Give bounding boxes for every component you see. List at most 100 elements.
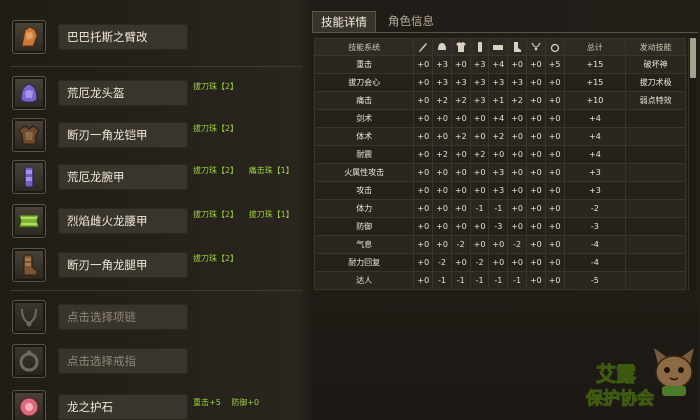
total-cell: -5 bbox=[563, 271, 627, 290]
skill-point-cell: +2 bbox=[507, 91, 527, 110]
waist-armor-icon bbox=[12, 204, 46, 238]
equip-row-chest[interactable]: 断刃一角龙铠甲 拔刀珠【2】 bbox=[0, 114, 306, 160]
skill-point-cell: -1 bbox=[469, 271, 490, 290]
table-scrollbar[interactable] bbox=[688, 38, 696, 290]
skill-point-cell: +0 bbox=[450, 55, 471, 74]
skill-point-cell: +3 bbox=[469, 73, 490, 92]
table-row: 气息 +0 +0 -2 +0 +0 -2 +0 +0 -4 bbox=[313, 235, 686, 254]
armor-set-builder-window: 巴巴托斯之臂改 荒厄龙头盔 拔刀珠【2】 断刃一角龙铠甲 拔刀珠【2】 荒厄龙腕… bbox=[0, 0, 700, 420]
tab-skill-details[interactable]: 技能详情 bbox=[312, 11, 376, 33]
skill-name-cell: 攻击 bbox=[313, 181, 415, 200]
skill-point-cell: +3 bbox=[488, 163, 509, 182]
jewel-label: 拔刀珠【2】 bbox=[193, 82, 239, 91]
skill-point-cell: +3 bbox=[469, 55, 490, 74]
talisman-icon bbox=[12, 390, 46, 420]
watermark-line2: 保护协会 bbox=[586, 389, 655, 410]
skill-point-cell: -2 bbox=[432, 253, 452, 272]
active-skill-cell: 拔刀术极 bbox=[625, 73, 686, 92]
active-skill-cell bbox=[625, 127, 686, 146]
equip-name[interactable]: 荒厄龙腕甲 bbox=[58, 164, 188, 190]
chest-armor-icon bbox=[12, 118, 46, 152]
skill-point-cell: +0 bbox=[525, 145, 546, 164]
skill-point-cell: +0 bbox=[413, 271, 434, 290]
skill-point-cell: +0 bbox=[488, 145, 509, 164]
scrollbar-thumb[interactable] bbox=[690, 38, 696, 78]
skill-name-cell: 耐力回复 bbox=[313, 253, 415, 272]
skill-point-cell: +3 bbox=[488, 73, 509, 92]
equip-name[interactable]: 烈焰雌火龙腰甲 bbox=[58, 208, 188, 234]
skill-point-cell: +3 bbox=[432, 73, 452, 92]
arm-armor-icon bbox=[12, 160, 46, 194]
chest-armor-icon bbox=[450, 38, 471, 56]
table-row: 防御 +0 +0 +0 +0 -3 +0 +0 +0 -3 bbox=[313, 217, 686, 236]
skill-point-cell: +0 bbox=[413, 253, 434, 272]
equip-row-legs[interactable]: 断刃一角龙腿甲 拔刀珠【2】 bbox=[0, 244, 306, 290]
skill-point-cell: +0 bbox=[413, 217, 434, 236]
equip-name[interactable]: 龙之护石 bbox=[58, 394, 188, 420]
equip-row-helmet[interactable]: 荒厄龙头盔 拔刀珠【2】 bbox=[0, 72, 306, 118]
gauntlet-icon bbox=[12, 20, 46, 54]
equip-name[interactable]: 荒厄龙头盔 bbox=[58, 80, 188, 106]
skill-table-container: 技能系统 总计 发动技能 重击 +0 +3 +0 +3 +4 +0 +0 +5 +15 破坏神 拔刀会… bbox=[313, 38, 698, 290]
skill-point-cell: +0 bbox=[413, 163, 434, 182]
skill-point-cell: +0 bbox=[469, 163, 490, 182]
necklace-select-button[interactable]: 点击选择项链 bbox=[58, 304, 188, 330]
skill-point-cell: +0 bbox=[469, 217, 490, 236]
talisman-skills: 重击+5 防御+0 bbox=[193, 396, 267, 410]
skill-point-cell: -1 bbox=[450, 271, 471, 290]
skill-point-cell: +0 bbox=[544, 127, 565, 146]
equip-name[interactable]: 断刃一角龙铠甲 bbox=[58, 122, 188, 148]
total-cell: +3 bbox=[563, 163, 627, 182]
equip-row-arms[interactable]: 荒厄龙腕甲 拔刀珠【2】 痛击珠【1】 bbox=[0, 156, 306, 202]
skill-point-cell: +0 bbox=[413, 145, 434, 164]
skill-point-cell: +2 bbox=[488, 127, 509, 146]
tab-underline bbox=[312, 32, 698, 33]
skill-table: 技能系统 总计 发动技能 重击 +0 +3 +0 +3 +4 +0 +0 +5 +15 破坏神 拔刀会… bbox=[313, 38, 686, 290]
active-skill-cell bbox=[625, 109, 686, 128]
skill-point-cell: +0 bbox=[450, 199, 471, 218]
leg-armor-icon bbox=[12, 248, 46, 282]
tab-character-info[interactable]: 角色信息 bbox=[380, 11, 444, 33]
skill-point-cell: +0 bbox=[432, 127, 452, 146]
equip-row-waist[interactable]: 烈焰雌火龙腰甲 拔刀珠【2】 拔刀珠【1】 bbox=[0, 200, 306, 246]
skill-point-cell: +0 bbox=[507, 55, 527, 74]
skill-name-cell: 达人 bbox=[313, 271, 415, 290]
jewel-slots: 拔刀珠【2】 bbox=[193, 80, 246, 94]
skill-point-cell: +0 bbox=[525, 73, 546, 92]
equip-name[interactable]: 巴巴托斯之臂改 bbox=[58, 24, 188, 50]
skill-point-cell: +0 bbox=[525, 127, 546, 146]
total-cell: +4 bbox=[563, 109, 627, 128]
skill-name-cell: 气息 bbox=[313, 235, 415, 254]
skill-point-cell: +0 bbox=[525, 163, 546, 182]
table-row: 剑术 +0 +0 +0 +0 +4 +0 +0 +0 +4 bbox=[313, 109, 686, 128]
skill-point-cell: +0 bbox=[544, 235, 565, 254]
skill-point-cell: +0 bbox=[525, 55, 546, 74]
ring-slot-icon bbox=[12, 344, 46, 378]
skill-point-cell: +0 bbox=[413, 127, 434, 146]
equip-row-ring[interactable]: 点击选择戒指 bbox=[0, 340, 306, 386]
skill-point-cell: +2 bbox=[432, 145, 452, 164]
equip-row-weapon[interactable]: 巴巴托斯之臂改 bbox=[0, 16, 306, 62]
skill-point-cell: +0 bbox=[413, 109, 434, 128]
table-row: 达人 +0 -1 -1 -1 -1 -1 +0 +0 -5 bbox=[313, 271, 686, 290]
skill-point-cell: +0 bbox=[413, 235, 434, 254]
header-total: 总计 bbox=[563, 38, 627, 56]
active-skill-cell bbox=[625, 163, 686, 182]
skill-point-cell: +0 bbox=[544, 199, 565, 218]
watermark-logo: 艾露 保护协会 bbox=[572, 340, 700, 420]
skill-point-cell: +0 bbox=[544, 217, 565, 236]
total-cell: -2 bbox=[563, 199, 627, 218]
skill-point-cell: +0 bbox=[432, 217, 452, 236]
active-skill-cell bbox=[625, 271, 686, 290]
ring-select-button[interactable]: 点击选择戒指 bbox=[58, 348, 188, 374]
total-cell: +15 bbox=[563, 73, 627, 92]
talisman-skill-label: 防御+0 bbox=[231, 398, 260, 407]
active-skill-cell bbox=[625, 235, 686, 254]
equip-row-talisman[interactable]: 龙之护石 重击+5 防御+0 bbox=[0, 386, 306, 420]
skill-point-cell: -2 bbox=[450, 235, 471, 254]
skill-point-cell: +0 bbox=[469, 181, 490, 200]
skill-point-cell: +0 bbox=[450, 217, 471, 236]
equip-row-necklace[interactable]: 点击选择项链 bbox=[0, 296, 306, 342]
total-cell: -4 bbox=[563, 253, 627, 272]
equip-name[interactable]: 断刃一角龙腿甲 bbox=[58, 252, 188, 278]
